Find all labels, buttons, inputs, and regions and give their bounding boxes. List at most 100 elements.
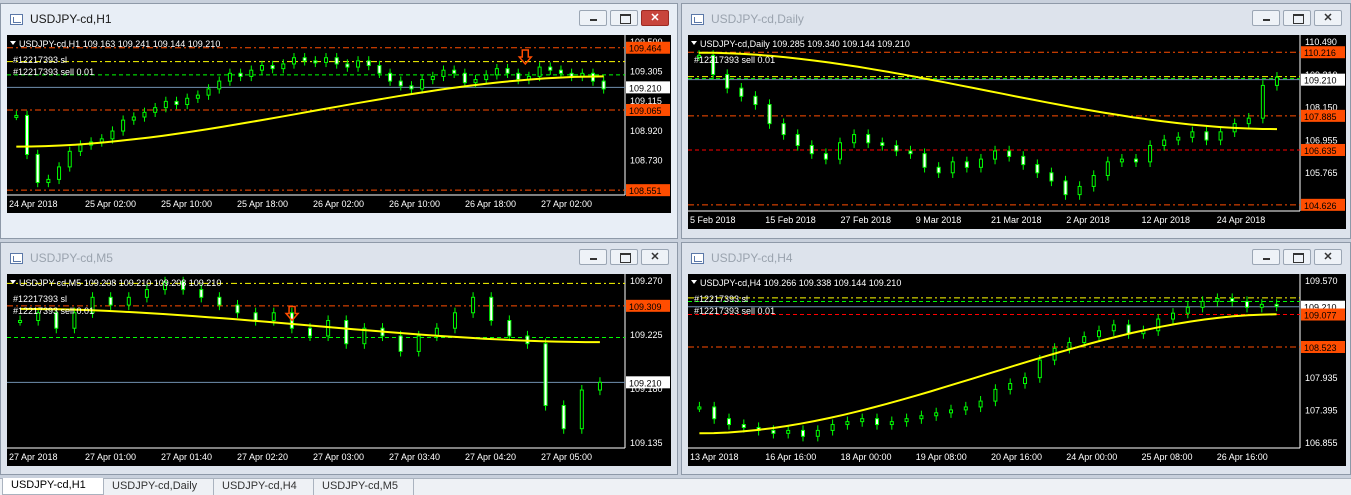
candle-body	[1119, 158, 1124, 163]
chart-window-daily[interactable]: USDJPY-cd,Daily ✕ USDJPY-cd,Daily 109.28…	[681, 3, 1351, 239]
price-chart[interactable]: USDJPY-cd,M5 109.208 109.210 109.208 109…	[7, 274, 671, 466]
candle-body	[377, 65, 382, 74]
candle-body	[725, 73, 730, 89]
price-badge-label: 109.077	[1304, 311, 1337, 321]
window-title: USDJPY-cd,H4	[711, 251, 793, 265]
candle-body	[845, 421, 850, 426]
candle-body	[199, 289, 204, 298]
candle-body	[894, 144, 899, 152]
close-button[interactable]: ✕	[641, 10, 669, 26]
price-chart[interactable]: USDJPY-cd,H1 109.163 109.241 109.144 109…	[7, 35, 671, 213]
tab-usdjpy-h1[interactable]: USDJPY-cd,H1	[2, 478, 104, 495]
candle-body	[801, 429, 805, 437]
candle-body	[452, 312, 457, 329]
candle-body	[1218, 131, 1223, 141]
tab-usdjpy-daily[interactable]: USDJPY-cd,Daily	[104, 479, 214, 495]
candle-body	[875, 418, 879, 426]
candle-body	[420, 79, 425, 90]
time-tick-label: 27 Apr 01:00	[85, 452, 136, 462]
candle-body	[1176, 136, 1181, 141]
candle-body	[1105, 161, 1110, 177]
time-tick-label: 27 Apr 04:20	[465, 452, 516, 462]
candle-body	[227, 72, 232, 82]
candle-body	[950, 161, 955, 174]
candle-body	[597, 381, 602, 391]
order-label: #12217393 sl	[13, 294, 67, 304]
collapse-arrow-icon	[691, 41, 697, 45]
candle-body	[880, 142, 885, 146]
chart-window-h1[interactable]: USDJPY-cd,H1 ✕ USDJPY-cd,H1 109.163 109.…	[0, 3, 678, 239]
candle-body	[78, 144, 83, 152]
window-title: USDJPY-cd,Daily	[711, 12, 804, 26]
price-badge-label: 106.635	[1304, 146, 1337, 156]
tab-usdjpy-m5[interactable]: USDJPY-cd,M5	[314, 479, 414, 495]
window-titlebar[interactable]: USDJPY-cd,H1 ✕	[1, 4, 677, 34]
price-chart[interactable]: USDJPY-cd,Daily 109.285 109.340 109.144 …	[688, 35, 1346, 229]
collapse-arrow-icon	[691, 280, 697, 284]
price-badge-label: 108.551	[629, 186, 662, 196]
close-button[interactable]: ✕	[641, 249, 669, 265]
candle-body	[771, 429, 776, 434]
minimize-button[interactable]	[1252, 249, 1280, 265]
chart-window-h4[interactable]: USDJPY-cd,H4 ✕ USDJPY-cd,H4 109.266 109.…	[681, 242, 1351, 475]
chart-window-m5[interactable]: USDJPY-cd,M5 ✕ USDJPY-cd,M5 109.208 109.…	[0, 242, 678, 475]
time-tick-label: 15 Feb 2018	[765, 215, 816, 225]
candle-body	[46, 178, 51, 184]
window-titlebar[interactable]: USDJPY-cd,M5 ✕	[1, 243, 677, 273]
candle-body	[57, 166, 62, 180]
candle-body	[110, 130, 115, 140]
time-tick-label: 21 Mar 2018	[991, 215, 1042, 225]
candle-body	[543, 343, 548, 406]
candle-body	[398, 80, 403, 87]
candle-body	[313, 60, 318, 64]
candle-body	[786, 429, 791, 434]
candle-body	[548, 66, 553, 71]
candle-body	[1008, 383, 1013, 390]
candle-body	[388, 72, 393, 82]
price-chart[interactable]: USDJPY-cd,H4 109.266 109.338 109.144 109…	[688, 274, 1346, 466]
maximize-button[interactable]	[1283, 10, 1311, 26]
price-tick-label: 109.270	[630, 276, 663, 286]
price-badge-label: 109.210	[1304, 76, 1337, 86]
candle-body	[324, 57, 329, 63]
time-tick-label: 20 Apr 16:00	[991, 452, 1042, 462]
candle-body	[815, 429, 820, 437]
candle-body	[1246, 117, 1251, 125]
candle-body	[993, 150, 998, 160]
candle-body	[291, 57, 296, 65]
candle-body	[963, 406, 968, 411]
candle-body	[308, 327, 312, 337]
close-button[interactable]: ✕	[1314, 249, 1342, 265]
candle-body	[195, 94, 200, 99]
maximize-button[interactable]	[1283, 249, 1311, 265]
time-tick-label: 27 Apr 03:00	[313, 452, 364, 462]
time-tick-label: 12 Apr 2018	[1142, 215, 1191, 225]
candle-body	[1148, 144, 1153, 163]
candle-body	[253, 312, 258, 322]
candle-body	[163, 100, 168, 109]
time-tick-label: 5 Feb 2018	[690, 215, 736, 225]
candle-body	[978, 400, 983, 408]
maximize-button[interactable]	[610, 10, 638, 26]
price-tick-label: 108.730	[630, 155, 663, 165]
minimize-button[interactable]	[579, 10, 607, 26]
time-tick-label: 26 Apr 18:00	[465, 199, 516, 209]
close-button[interactable]: ✕	[1314, 10, 1342, 26]
minimize-button[interactable]	[1252, 10, 1280, 26]
time-tick-label: 27 Apr 02:20	[237, 452, 288, 462]
chart-tab-bar: USDJPY-cd,H1 USDJPY-cd,Daily USDJPY-cd,H…	[0, 478, 1351, 495]
tab-usdjpy-h4[interactable]: USDJPY-cd,H4	[214, 479, 314, 495]
candle-body	[601, 80, 606, 90]
window-titlebar[interactable]: USDJPY-cd,H4 ✕	[682, 243, 1350, 273]
price-badge-label: 110.216	[1304, 48, 1336, 58]
candle-body	[830, 424, 835, 431]
candle-body	[1077, 185, 1082, 196]
candle-body	[922, 153, 927, 168]
candle-body	[366, 60, 371, 67]
minimize-button[interactable]	[579, 249, 607, 265]
window-titlebar[interactable]: USDJPY-cd,Daily ✕	[682, 4, 1350, 34]
candle-body	[739, 87, 744, 97]
candle-body	[860, 418, 865, 423]
price-badge-label: 107.885	[1304, 112, 1337, 122]
maximize-button[interactable]	[610, 249, 638, 265]
